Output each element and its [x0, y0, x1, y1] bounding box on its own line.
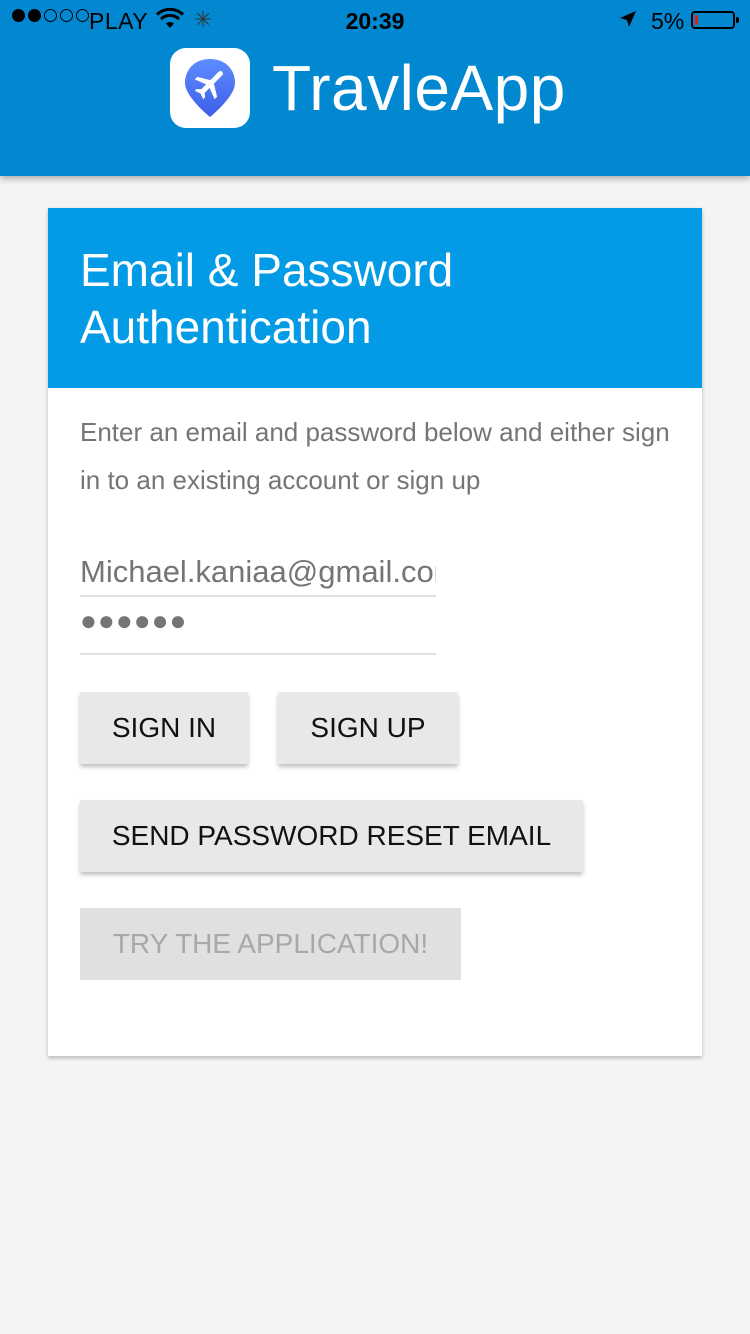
email-field[interactable] [80, 541, 436, 597]
brand: TravleApp [170, 48, 566, 128]
battery-icon [691, 11, 739, 29]
auth-card: Email & Password Authentication Enter an… [48, 208, 702, 1056]
airplane-pin-icon [170, 48, 250, 128]
app-bar: PLAY ✳ 20:39 5% TravleApp [0, 0, 750, 176]
app-title: TravleApp [272, 52, 566, 124]
password-field[interactable]: ●●●●●● [80, 597, 436, 655]
card-title: Email & Password Authentication [80, 244, 454, 353]
card-body: Enter an email and password below and ei… [48, 388, 702, 980]
location-arrow-icon [618, 8, 638, 35]
intro-text: Enter an email and password below and ei… [80, 417, 670, 495]
auth-button-row: SIGN IN SIGN UP [80, 692, 670, 764]
password-reset-button[interactable]: SEND PASSWORD RESET EMAIL [80, 800, 583, 872]
sign-up-button[interactable]: SIGN UP [278, 692, 458, 764]
status-bar: PLAY ✳ 20:39 5% [0, 0, 750, 40]
sign-in-button[interactable]: SIGN IN [80, 692, 248, 764]
battery-percent: 5% [651, 8, 685, 34]
try-application-button[interactable]: TRY THE APPLICATION! [80, 908, 461, 980]
card-header: Email & Password Authentication [48, 208, 702, 388]
